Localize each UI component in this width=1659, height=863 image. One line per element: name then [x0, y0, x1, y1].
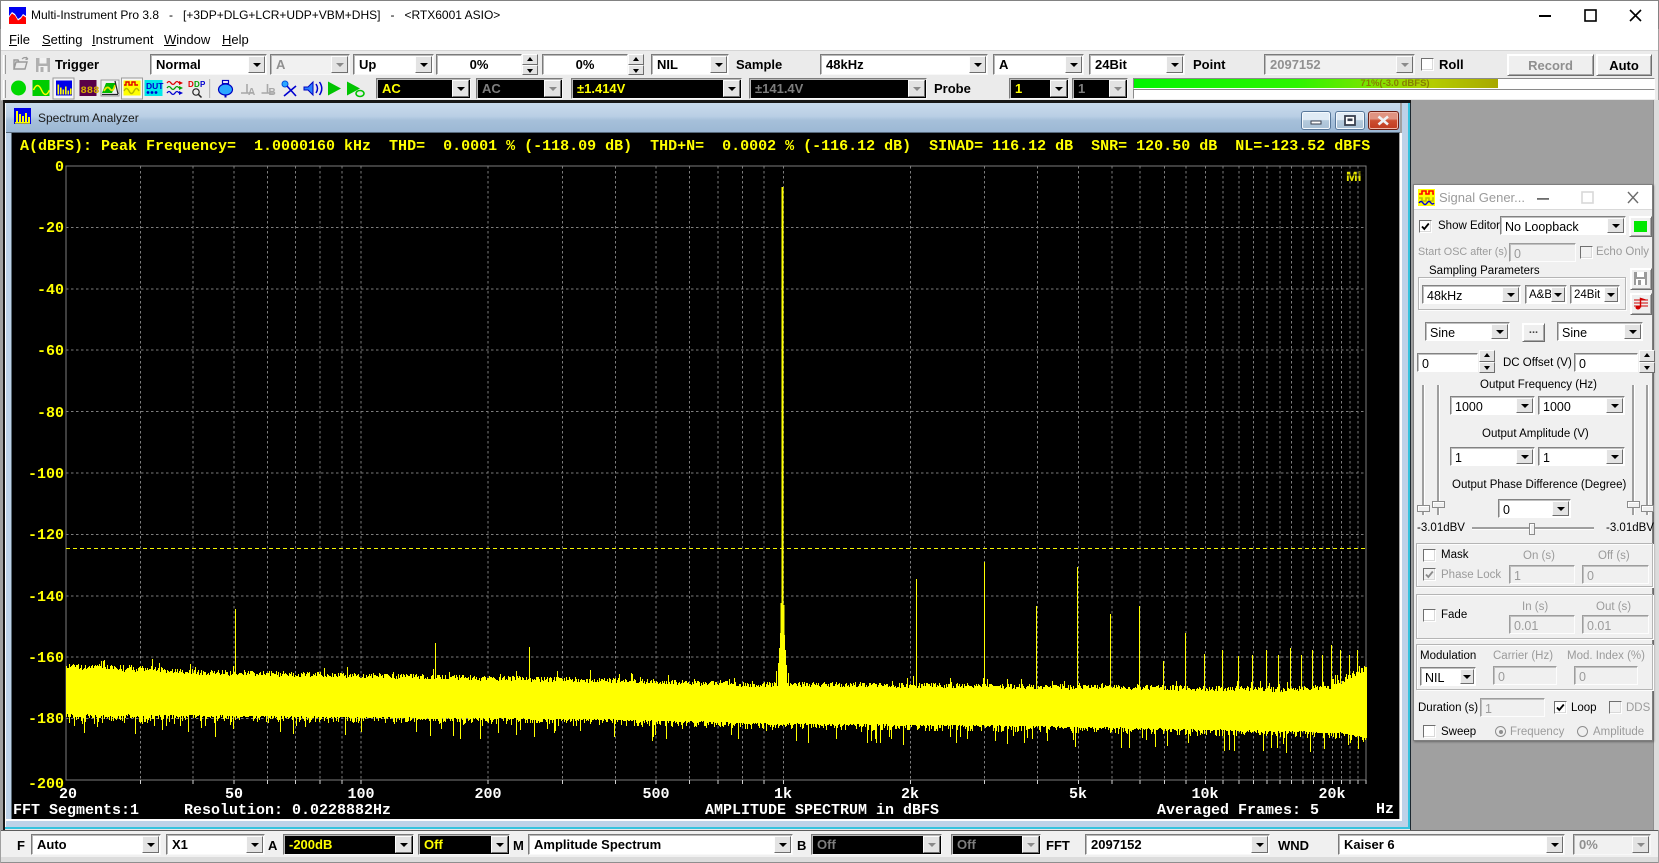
svg-text:-100: -100: [28, 466, 64, 483]
svg-text:Averaged Frames: 5: Averaged Frames: 5: [1157, 802, 1319, 819]
svg-text:AMPLITUDE SPECTRUM in dBFS: AMPLITUDE SPECTRUM in dBFS: [705, 802, 939, 819]
svg-text:Hz: Hz: [1376, 801, 1394, 818]
svg-text:DUT: DUT: [146, 81, 164, 91]
svg-text:100: 100: [347, 786, 374, 803]
svg-text:200: 200: [474, 786, 501, 803]
svg-text:-60: -60: [37, 343, 64, 360]
svg-text:FFT Segments:1: FFT Segments:1: [13, 802, 139, 819]
svg-text:2k: 2k: [901, 786, 919, 803]
svg-text:-160: -160: [28, 650, 64, 667]
svg-text:-120: -120: [28, 527, 64, 544]
svg-text:20k: 20k: [1318, 786, 1345, 803]
svg-text:P: P: [200, 80, 206, 89]
svg-text:888: 888: [81, 85, 100, 97]
svg-text:A(dBFS): Peak Frequency= 1.00: A(dBFS): Peak Frequency= 1.0000160 kHz T…: [20, 138, 1370, 155]
svg-text:10k: 10k: [1191, 786, 1218, 803]
svg-text:-140: -140: [28, 589, 64, 606]
svg-text:-20: -20: [37, 220, 64, 237]
svg-text:0: 0: [55, 159, 64, 176]
svg-text:-180: -180: [28, 711, 64, 728]
svg-text:-80: -80: [37, 405, 64, 422]
svg-text:1k: 1k: [774, 786, 792, 803]
svg-text:-40: -40: [37, 282, 64, 299]
svg-text:Resolution: 0.0228882Hz: Resolution: 0.0228882Hz: [184, 802, 391, 819]
svg-text:A: A: [248, 87, 255, 98]
svg-text:B: B: [269, 87, 276, 98]
svg-text:20: 20: [59, 786, 77, 803]
svg-text:50: 50: [225, 786, 243, 803]
svg-text:500: 500: [642, 786, 669, 803]
svg-text:5k: 5k: [1069, 786, 1087, 803]
